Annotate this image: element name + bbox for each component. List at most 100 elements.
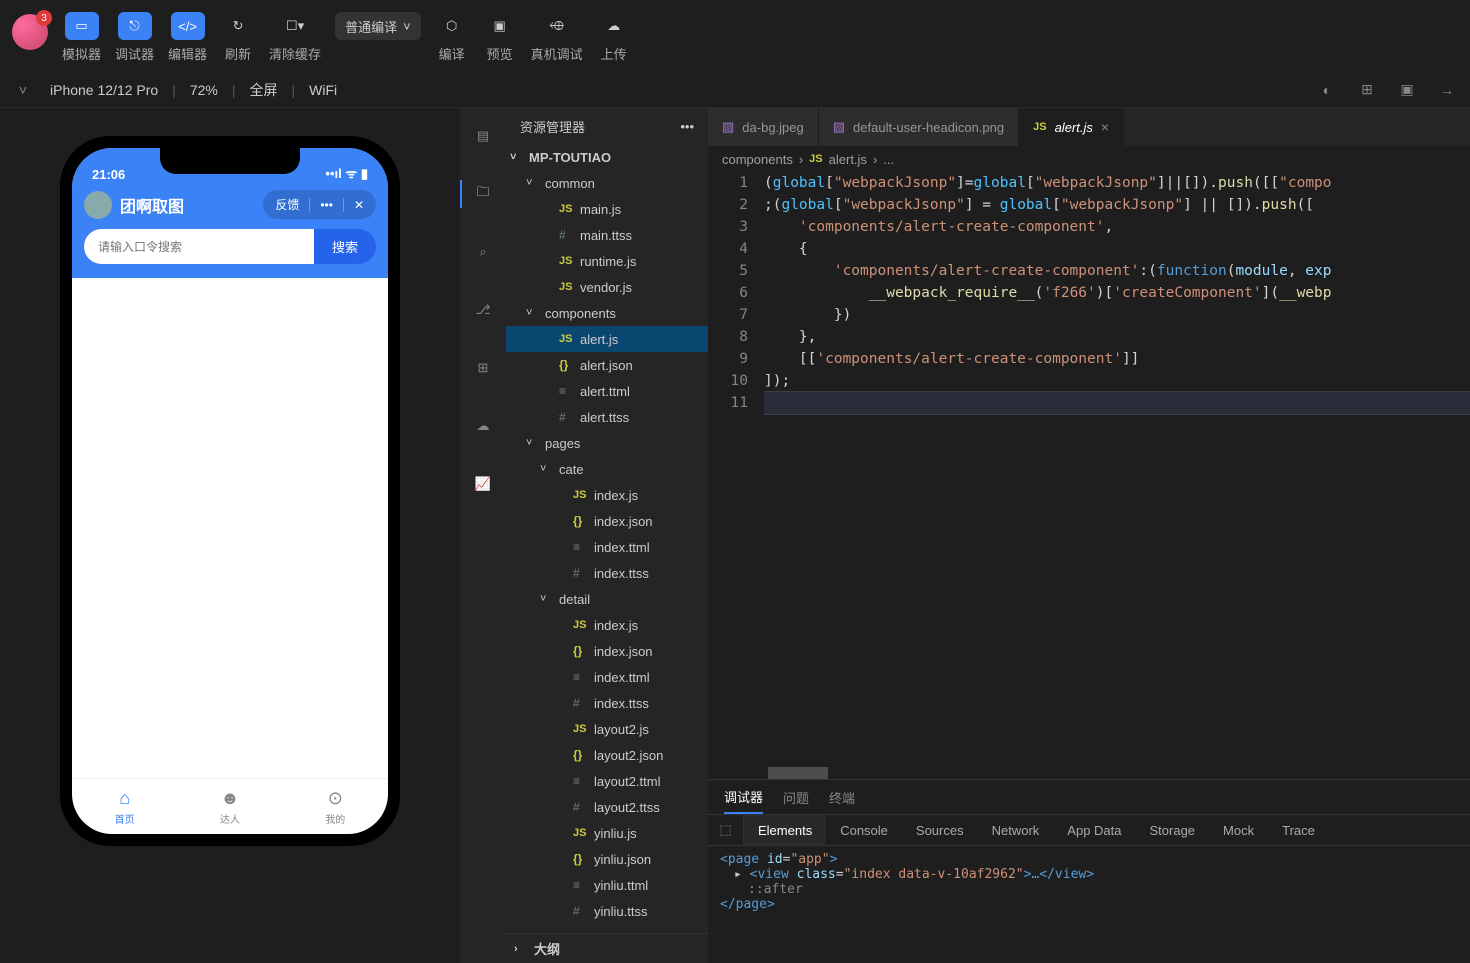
chevron-down-icon[interactable]: ˅ <box>10 77 36 103</box>
user-avatar[interactable]: 3 <box>12 14 48 50</box>
tree-file[interactable]: ≡alert.ttml <box>506 378 708 404</box>
rail-files[interactable]: ▤ <box>460 116 506 156</box>
tab-home[interactable]: ⌂ 首页 <box>115 788 135 826</box>
refresh-icon: ↻ <box>221 12 255 40</box>
tree-file[interactable]: JSindex.js <box>506 482 708 508</box>
tree-file[interactable]: JSindex.js <box>506 612 708 638</box>
tree-folder[interactable]: ˅pages <box>506 430 708 456</box>
search-input[interactable] <box>84 229 314 264</box>
tree-file[interactable]: #main.ttss <box>506 222 708 248</box>
editor-tab[interactable]: ▨default-user-headicon.png <box>819 108 1019 146</box>
tree-file[interactable]: #layout2.ttss <box>506 794 708 820</box>
tiktok-icon[interactable]: ◐ <box>1314 77 1340 103</box>
close-app-button[interactable]: ✕ <box>344 194 374 216</box>
editor-body[interactable]: 1234567891011 (global["webpackJsonp"]=gl… <box>708 172 1470 767</box>
rail-cloud[interactable]: ☁ <box>460 406 506 446</box>
grid-icon[interactable]: ⊞ <box>1354 77 1380 103</box>
debug-tab-terminal[interactable]: 终端 <box>829 788 855 807</box>
inspect-icon[interactable]: ⬚ <box>708 815 744 845</box>
breadcrumb-item[interactable]: alert.js <box>829 152 867 167</box>
devtools-tab-mock[interactable]: Mock <box>1209 815 1268 845</box>
tree-file[interactable]: {}index.json <box>506 638 708 664</box>
chevron-down-icon: ˅ <box>403 19 411 34</box>
scrollbar-thumb[interactable] <box>768 767 828 779</box>
signal-wifi-battery-icon: ••ıl ᯤ ▮ <box>325 164 368 182</box>
app-header: 团啊取图 反馈 ••• ✕ <box>72 184 388 229</box>
tree-file[interactable]: {}layout2.json <box>506 742 708 768</box>
rail-explorer[interactable]: 🗀 <box>460 174 506 214</box>
tree-file[interactable]: {}yinliu.json <box>506 846 708 872</box>
devtools-tab-storage[interactable]: Storage <box>1136 815 1210 845</box>
outline-section[interactable]: › 大纲 <box>506 933 708 963</box>
explorer-header: 资源管理器 ••• <box>506 108 708 144</box>
tab-daren[interactable]: ☻ 达人 <box>220 788 240 826</box>
more-icon[interactable]: ••• <box>680 119 694 134</box>
feedback-button[interactable]: 反馈 <box>265 192 309 217</box>
tree-file[interactable]: {}alert.json <box>506 352 708 378</box>
tree-file[interactable]: #index.ttss <box>506 560 708 586</box>
tree-file[interactable]: {}index.json <box>506 508 708 534</box>
tree-file[interactable]: JSmain.js <box>506 196 708 222</box>
close-icon: × <box>1101 119 1109 135</box>
devtools-tab-sources[interactable]: Sources <box>902 815 978 845</box>
forward-icon[interactable]: → <box>1434 77 1460 103</box>
code-content[interactable]: (global["webpackJsonp"]=global["webpackJ… <box>764 172 1470 767</box>
devtools-tab-trace[interactable]: Trace <box>1268 815 1329 845</box>
toolbar-clear-cache[interactable]: ☐▾ 清除缓存 <box>269 8 321 63</box>
debug-tab-debugger[interactable]: 调试器 <box>724 787 763 814</box>
chevron-right-icon: › <box>514 943 528 955</box>
app-avatar[interactable] <box>84 191 112 219</box>
tree-file[interactable]: ≡index.ttml <box>506 534 708 560</box>
tree-root[interactable]: ˅ MP-TOUTIAO <box>506 144 708 170</box>
toolbar-compile[interactable]: ⬡ 编译 <box>435 8 469 63</box>
rail-extensions[interactable]: ⊞ <box>460 348 506 388</box>
tree-file[interactable]: JSyinliu.js <box>506 820 708 846</box>
toolbar-upload[interactable]: ☁ 上传 <box>597 8 631 63</box>
toolbar-debugger[interactable]: ⎋ 调试器 <box>115 8 154 63</box>
editor-tab[interactable]: ▨da-bg.jpeg <box>708 108 819 146</box>
tree-file[interactable]: ≡index.ttml <box>506 664 708 690</box>
breadcrumb-item[interactable]: ... <box>883 152 894 167</box>
editor-tab[interactable]: JSalert.js× <box>1019 108 1124 146</box>
tree-file[interactable]: #yinliu.ttss <box>506 898 708 924</box>
zoom-level[interactable]: 72% <box>190 82 218 98</box>
tree-file[interactable]: #index.ttss <box>506 690 708 716</box>
search-button[interactable]: 搜索 <box>314 229 376 264</box>
tree-file[interactable]: JSalert.js <box>506 326 708 352</box>
devtools-tab-console[interactable]: Console <box>826 815 902 845</box>
tree-file[interactable]: ≡layout2.ttml <box>506 768 708 794</box>
devtools-tab-appdata[interactable]: App Data <box>1053 815 1135 845</box>
toolbar-editor[interactable]: </> 编辑器 <box>168 8 207 63</box>
compile-mode-dropdown[interactable]: 普通编译 ˅ <box>335 12 421 40</box>
toolbar-refresh[interactable]: ↻ 刷新 <box>221 8 255 63</box>
tree-file[interactable]: #alert.ttss <box>506 404 708 430</box>
rail-git[interactable]: ⎇ <box>460 290 506 330</box>
line-gutter: 1234567891011 <box>708 172 764 767</box>
tree-file[interactable]: JSlayout2.js <box>506 716 708 742</box>
tree-folder[interactable]: ˅common <box>506 170 708 196</box>
screenshot-icon[interactable]: ▣ <box>1394 77 1420 103</box>
more-button[interactable]: ••• <box>310 194 343 216</box>
network-mode[interactable]: WiFi <box>309 82 337 98</box>
toolbar-preview[interactable]: ▣ 预览 <box>483 8 517 63</box>
rail-chart[interactable]: 📈 <box>460 464 506 504</box>
tree-folder[interactable]: ˅components <box>506 300 708 326</box>
breadcrumb-item[interactable]: components <box>722 152 793 167</box>
toolbar-real-device[interactable]: ⬲ 真机调试 <box>531 8 583 63</box>
device-name[interactable]: iPhone 12/12 Pro <box>50 82 158 98</box>
tree-file[interactable]: JSruntime.js <box>506 248 708 274</box>
tab-mine[interactable]: ⊙ 我的 <box>325 788 345 826</box>
tree-file[interactable]: ≡yinliu.ttml <box>506 872 708 898</box>
fullscreen-toggle[interactable]: 全屏 <box>250 80 278 100</box>
elements-view[interactable]: <page id="app"> ▸ <view class="index dat… <box>708 846 1470 963</box>
toolbar-simulator[interactable]: ▭ 模拟器 <box>62 8 101 63</box>
horizontal-scrollbar[interactable] <box>708 767 1470 779</box>
devtools-tab-network[interactable]: Network <box>978 815 1054 845</box>
star-icon: ☻ <box>221 788 240 809</box>
devtools-tab-elements[interactable]: Elements <box>744 815 826 845</box>
tree-file[interactable]: JSvendor.js <box>506 274 708 300</box>
rail-search[interactable]: ⌕ <box>460 232 506 272</box>
debug-tab-problems[interactable]: 问题 <box>783 788 809 807</box>
tree-folder[interactable]: ˅detail <box>506 586 708 612</box>
tree-folder[interactable]: ˅cate <box>506 456 708 482</box>
